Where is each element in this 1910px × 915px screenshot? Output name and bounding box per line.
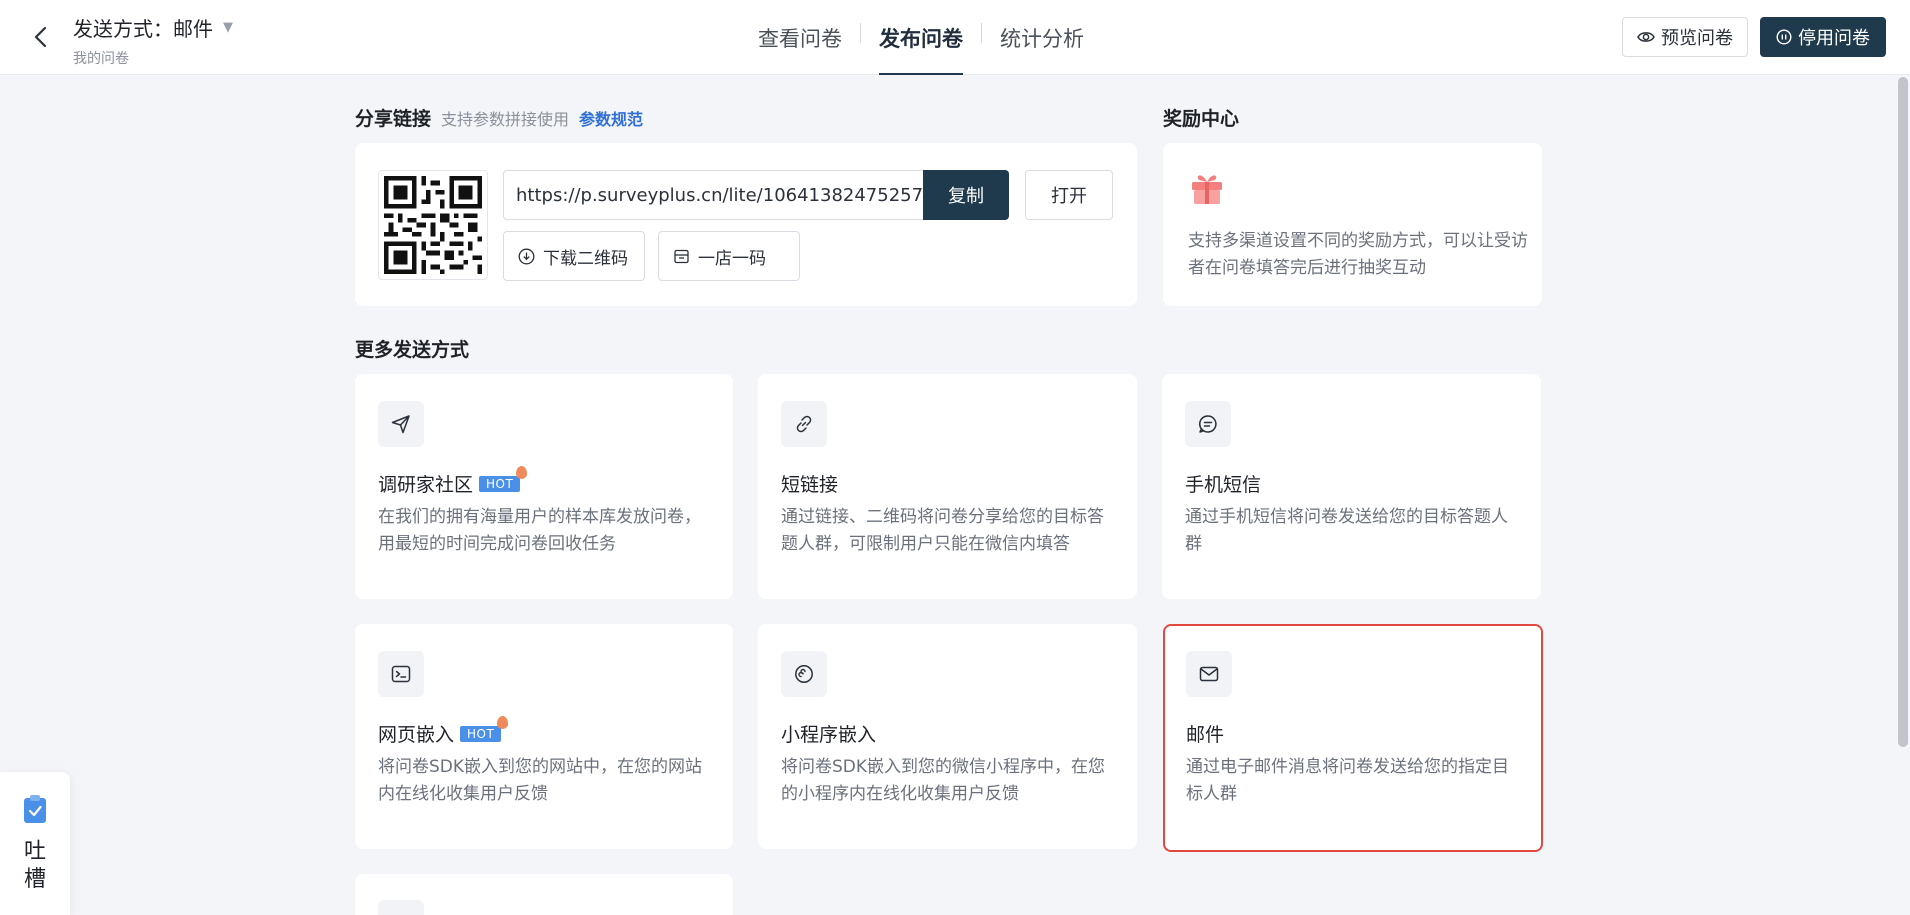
feedback-clipboard-icon <box>22 794 48 828</box>
main-tabs: 查看问卷 发布问卷 统计分析 <box>740 0 1102 75</box>
method-description: 将问卷SDK嵌入到您的微信小程序中，在您的小程序内在线化收集用户反馈 <box>781 757 1106 804</box>
download-qr-label: 下载二维码 <box>543 248 628 269</box>
store-code-button[interactable]: 一店一码 <box>658 231 800 281</box>
back-button[interactable] <box>26 22 56 52</box>
message-icon <box>1185 401 1231 447</box>
method-title-text: 短链接 <box>781 474 839 496</box>
feedback-label: 吐槽 <box>23 839 46 892</box>
breadcrumb[interactable]: 我的问卷 <box>73 48 233 68</box>
method-title-text: 调研家社区 <box>378 474 474 496</box>
feedback-button[interactable]: 吐槽 <box>0 772 70 915</box>
share-link-title: 分享链接 <box>355 108 432 130</box>
flame-icon <box>497 715 509 729</box>
store-icon <box>674 249 689 263</box>
gift-icon <box>1188 168 1226 210</box>
chevron-left-icon <box>34 26 47 48</box>
more-methods-title: 更多发送方式 <box>355 339 470 361</box>
qr-code <box>378 170 488 280</box>
stop-survey-button[interactable]: 停用问卷 <box>1760 17 1886 57</box>
method-card-short-link[interactable]: 短链接 通过链接、二维码将问卷分享给您的目标答题人群，可限制用户只能在微信内填答 <box>758 374 1137 599</box>
method-title: 短链接 <box>781 470 838 497</box>
reward-center-title: 奖励中心 <box>1163 108 1240 130</box>
method-card-sms[interactable]: 手机短信 通过手机短信将问卷发送给您的目标答题人群 <box>1162 374 1541 599</box>
method-description: 将问卷SDK嵌入到您的网站中，在您的网站内在线化收集用户反馈 <box>378 757 703 804</box>
store-code-label: 一店一码 <box>698 248 766 269</box>
method-card-email[interactable]: 邮件 通过电子邮件消息将问卷发送给您的指定目标人群 <box>1163 624 1543 852</box>
method-description: 通过电子邮件消息将问卷发送给您的指定目标人群 <box>1186 757 1509 804</box>
page-title: 发送方式：邮件 <box>73 17 213 41</box>
tab-statistics[interactable]: 统计分析 <box>982 0 1102 75</box>
flame-icon <box>516 465 528 479</box>
tab-publish-survey[interactable]: 发布问卷 <box>861 0 981 75</box>
hot-badge: HOT <box>460 715 509 742</box>
title-block: 发送方式：邮件 ▼ 我的问卷 <box>73 13 233 68</box>
mail-icon <box>1186 651 1232 697</box>
pause-circle-icon <box>1776 29 1792 45</box>
method-card-partial[interactable] <box>355 874 733 915</box>
copy-button[interactable]: 复制 <box>923 170 1009 220</box>
method-card-research-community[interactable]: 调研家社区 HOT 在我们的拥有海量用户的样本库发放问卷，用最短的时间完成问卷回… <box>355 374 733 599</box>
method-description: 在我们的拥有海量用户的样本库发放问卷，用最短的时间完成问卷回收任务 <box>378 507 701 554</box>
method-title-text: 手机短信 <box>1185 474 1262 496</box>
method-card-miniprogram-embed[interactable]: 小程序嵌入 将问卷SDK嵌入到您的微信小程序中，在您的小程序内在线化收集用户反馈 <box>758 624 1137 849</box>
method-title-text: 小程序嵌入 <box>781 724 877 746</box>
miniprogram-icon <box>781 651 827 697</box>
method-description: 通过手机短信将问卷发送给您的目标答题人群 <box>1185 507 1508 554</box>
download-qr-button[interactable]: 下载二维码 <box>503 231 645 281</box>
link-icon <box>781 401 827 447</box>
share-link-hint: 支持参数拼接使用 <box>441 110 570 129</box>
download-icon <box>518 248 535 264</box>
param-spec-link[interactable]: 参数规范 <box>579 106 643 130</box>
hot-badge-text: HOT <box>467 726 495 741</box>
method-title: 邮件 <box>1186 720 1224 747</box>
method-description: 通过链接、二维码将问卷分享给您的目标答题人群，可限制用户只能在微信内填答 <box>781 507 1104 554</box>
tab-view-survey[interactable]: 查看问卷 <box>740 0 860 75</box>
hot-badge: HOT <box>479 465 528 492</box>
share-url-input[interactable]: https://p.surveyplus.cn/lite/10641382475… <box>503 170 923 220</box>
page-scrollbar[interactable] <box>1896 75 1910 915</box>
qr-code-image <box>384 176 482 274</box>
share-link-heading: 分享链接 支持参数拼接使用 参数规范 <box>355 104 643 131</box>
reward-description: 支持多渠道设置不同的奖励方式，可以让受访者在问卷填答完后进行抽奖互动 <box>1188 231 1528 278</box>
preview-survey-label: 预览问卷 <box>1661 28 1733 49</box>
top-bar: 发送方式：邮件 ▼ 我的问卷 查看问卷 发布问卷 统计分析 预览问卷 停用问卷 <box>0 0 1910 75</box>
preview-survey-button[interactable]: 预览问卷 <box>1622 17 1748 57</box>
more-methods-heading: 更多发送方式 <box>355 335 469 362</box>
method-title-text: 网页嵌入 <box>378 724 455 746</box>
method-card-web-embed[interactable]: 网页嵌入 HOT 将问卷SDK嵌入到您的网站中，在您的网站内在线化收集用户反馈 <box>355 624 733 849</box>
method-title: 调研家社区 HOT <box>378 465 528 497</box>
send-icon <box>378 401 424 447</box>
hot-badge-text: HOT <box>486 476 514 491</box>
stop-survey-label: 停用问卷 <box>1798 28 1870 49</box>
open-button[interactable]: 打开 <box>1025 170 1113 220</box>
method-title: 手机短信 <box>1185 470 1261 497</box>
reward-center-heading: 奖励中心 <box>1163 104 1239 131</box>
terminal-icon <box>378 651 424 697</box>
caret-down-icon: ▼ <box>223 20 233 35</box>
method-title: 网页嵌入 HOT <box>378 715 509 747</box>
method-title: 小程序嵌入 <box>781 720 876 747</box>
send-method-dropdown[interactable]: 发送方式：邮件 ▼ <box>73 13 233 42</box>
more-method-icon <box>378 900 424 915</box>
method-title-text: 邮件 <box>1186 724 1225 746</box>
eye-icon <box>1637 32 1655 42</box>
scrollbar-thumb[interactable] <box>1898 77 1908 747</box>
